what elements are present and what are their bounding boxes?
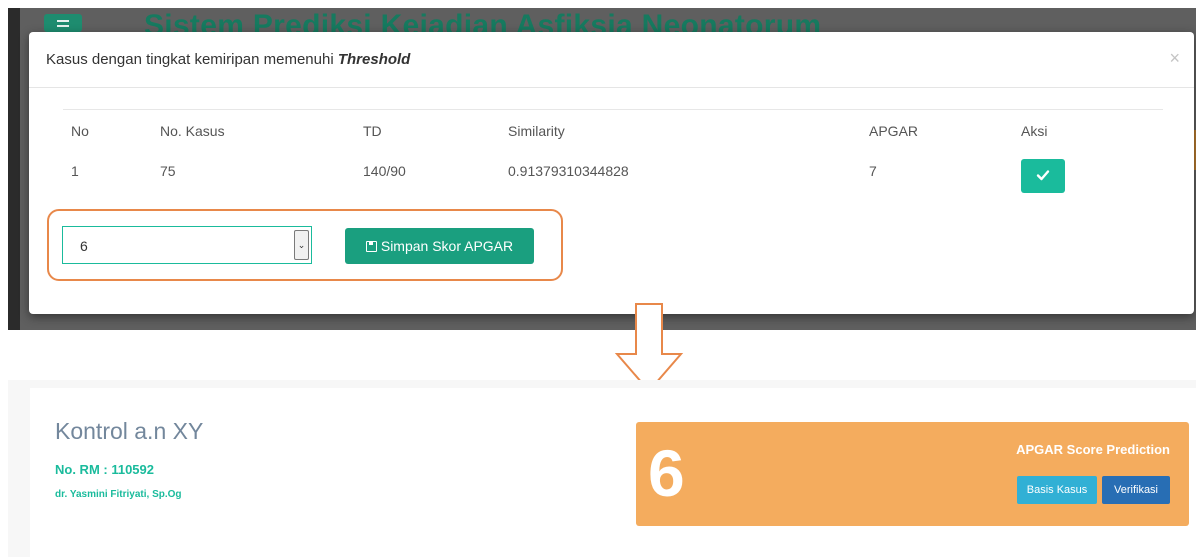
menu-toggle-icon: [44, 14, 82, 32]
column-header-similarity: Similarity: [508, 123, 565, 139]
modal-header: Kasus dengan tingkat kemiripan memenuhi …: [29, 32, 1194, 88]
modal-title-threshold: Threshold: [337, 51, 411, 68]
cell-no: 1: [71, 163, 79, 179]
table-header-row: No No. Kasus TD Similarity APGAR Aksi: [63, 110, 1163, 150]
cell-apgar: 7: [869, 163, 877, 179]
apgar-score-value: 6: [648, 436, 685, 510]
apgar-prediction-card: 6 APGAR Score Prediction Basis Kasus Ver…: [636, 422, 1189, 526]
save-apgar-button[interactable]: Simpan Skor APGAR: [345, 228, 534, 264]
column-header-case-no: No. Kasus: [160, 123, 225, 139]
save-apgar-label: Simpan Skor APGAR: [380, 238, 514, 254]
patient-doctor: dr. Yasmini Fitriyati, Sp.Og: [55, 489, 182, 500]
chevron-down-icon[interactable]: ⌄: [294, 230, 309, 260]
column-header-apgar: APGAR: [869, 123, 919, 139]
background-app-title: Sistem Prediksi Kejadian Asfiksia Neonat…: [144, 9, 822, 32]
floppy-disk-icon: [365, 241, 377, 252]
apgar-score-selected: 6: [80, 238, 88, 254]
cell-similarity: 0.91379310344828: [508, 163, 629, 179]
verifikasi-button[interactable]: Verifikasi: [1102, 476, 1170, 504]
apgar-prediction-label: APGAR Score Prediction: [1016, 442, 1170, 457]
patient-record-number: No. RM : 110592: [55, 462, 154, 477]
basis-kasus-button[interactable]: Basis Kasus: [1017, 476, 1097, 504]
patient-name: Kontrol a.n XY: [55, 418, 204, 444]
cell-td: 140/90: [363, 163, 406, 179]
screenshot-stage: Sistem Prediksi Kejadian Asfiksia Neonat…: [0, 0, 1196, 557]
modal-title: Kasus dengan tingkat kemiripan memenuhi …: [46, 51, 410, 68]
modal-title-text: Kasus dengan tingkat kemiripan memenuhi: [46, 51, 334, 68]
column-header-td: TD: [363, 123, 382, 139]
similar-cases-modal: Kasus dengan tingkat kemiripan memenuhi …: [29, 32, 1194, 314]
background-app-header: Sistem Prediksi Kejadian Asfiksia Neonat…: [20, 8, 1196, 32]
check-icon: [1036, 170, 1050, 181]
column-header-action: Aksi: [1021, 123, 1048, 139]
cell-case-no: 75: [160, 163, 176, 179]
similar-cases-table: No No. Kasus TD Similarity APGAR Aksi 1 …: [63, 109, 1163, 193]
select-case-button[interactable]: [1021, 159, 1065, 193]
close-icon[interactable]: ×: [1169, 48, 1180, 69]
apgar-score-select[interactable]: 6 ⌄: [62, 226, 312, 264]
table-row: 1 75 140/90 0.91379310344828 7: [63, 150, 1163, 193]
background-sidebar-edge: [8, 8, 20, 330]
column-header-no: No: [71, 123, 89, 139]
